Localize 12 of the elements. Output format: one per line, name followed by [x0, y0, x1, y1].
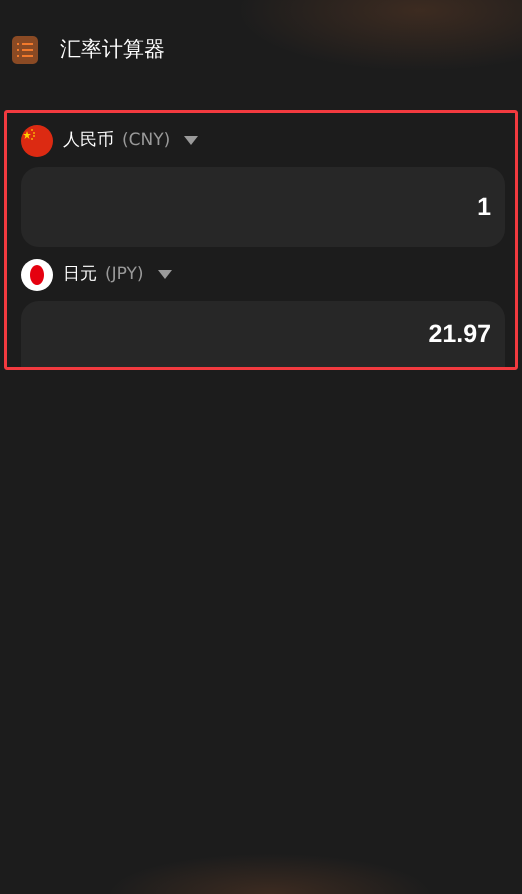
menu-icon[interactable]: [12, 36, 38, 64]
dropdown-caret-icon[interactable]: [158, 270, 172, 280]
flag-icon: [21, 125, 53, 157]
currency-name[interactable]: 人民币: [63, 128, 114, 154]
amount-field[interactable]: 21.97: [21, 301, 505, 367]
currency-code[interactable]: (JPY): [105, 262, 144, 288]
amount-field[interactable]: 1: [21, 167, 505, 247]
currency-name[interactable]: 日元: [63, 262, 97, 288]
dropdown-caret-icon[interactable]: [184, 136, 198, 146]
app-title: 汇率计算器: [60, 36, 165, 64]
flag-icon: [21, 259, 53, 291]
currency-code[interactable]: (CNY): [122, 128, 170, 154]
